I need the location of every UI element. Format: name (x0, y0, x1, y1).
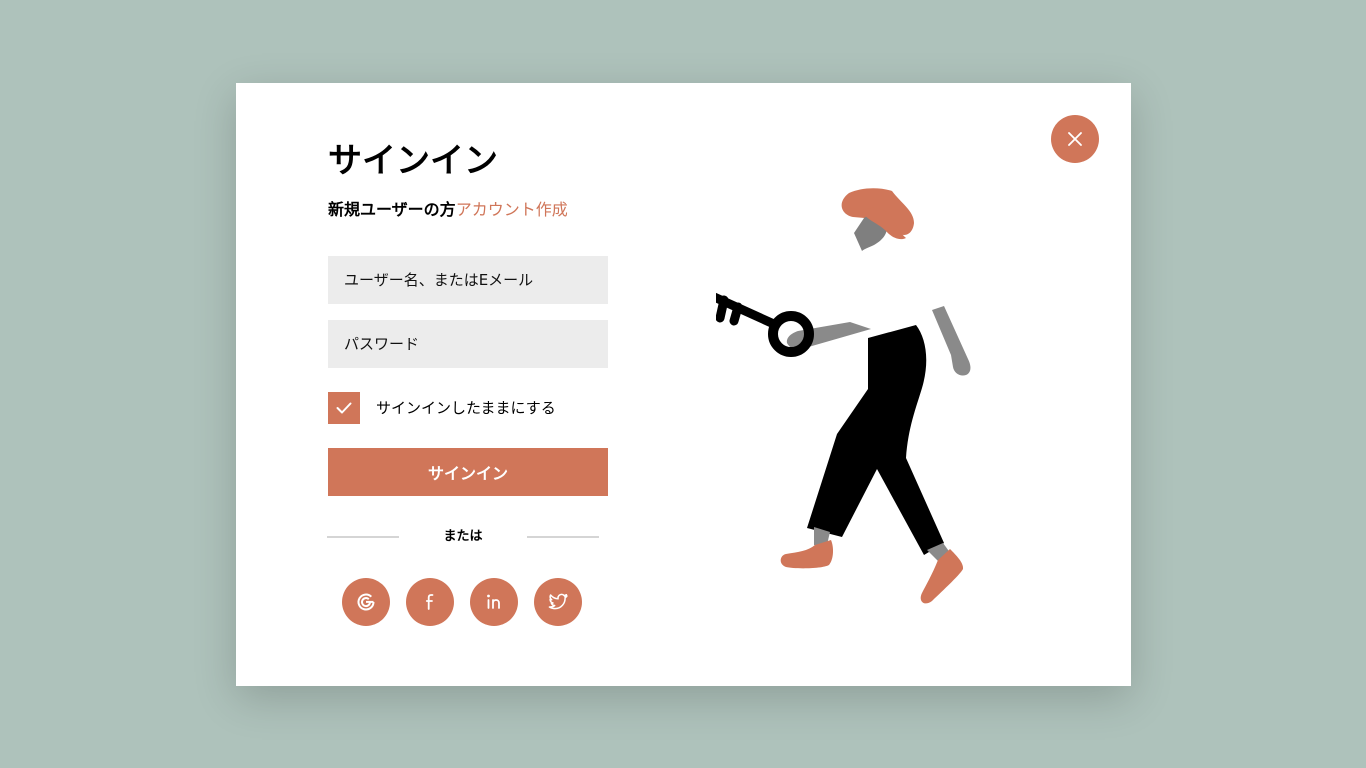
person-with-key-illustration (716, 188, 971, 604)
remember-me-label[interactable]: サインインしたままにする (376, 397, 556, 419)
signin-button[interactable]: サインイン (328, 448, 608, 496)
twitter-icon (548, 593, 568, 610)
close-button[interactable] (1051, 115, 1099, 163)
username-input[interactable] (328, 256, 608, 304)
checkmark-icon (336, 402, 352, 414)
facebook-icon (425, 594, 434, 610)
divider-text: または (443, 529, 483, 544)
linkedin-icon (487, 594, 500, 609)
create-account-link[interactable]: アカウント作成 (456, 200, 568, 219)
close-icon (1068, 132, 1082, 146)
signup-prompt-text: 新規ユーザーの方 (328, 200, 456, 219)
remember-me-checkbox[interactable] (328, 392, 360, 424)
signin-modal: サインイン 新規ユーザーの方アカウント作成 サインインしたままにする サインイン… (236, 83, 1131, 686)
facebook-signin-button[interactable] (406, 578, 454, 626)
google-icon (357, 593, 375, 611)
page-title: サインイン (328, 141, 498, 181)
password-input[interactable] (328, 320, 608, 368)
twitter-signin-button[interactable] (534, 578, 582, 626)
signup-prompt: 新規ユーザーの方アカウント作成 (328, 199, 568, 221)
divider-line-left (327, 536, 399, 538)
google-signin-button[interactable] (342, 578, 390, 626)
linkedin-signin-button[interactable] (470, 578, 518, 626)
divider-line-right (527, 536, 599, 538)
